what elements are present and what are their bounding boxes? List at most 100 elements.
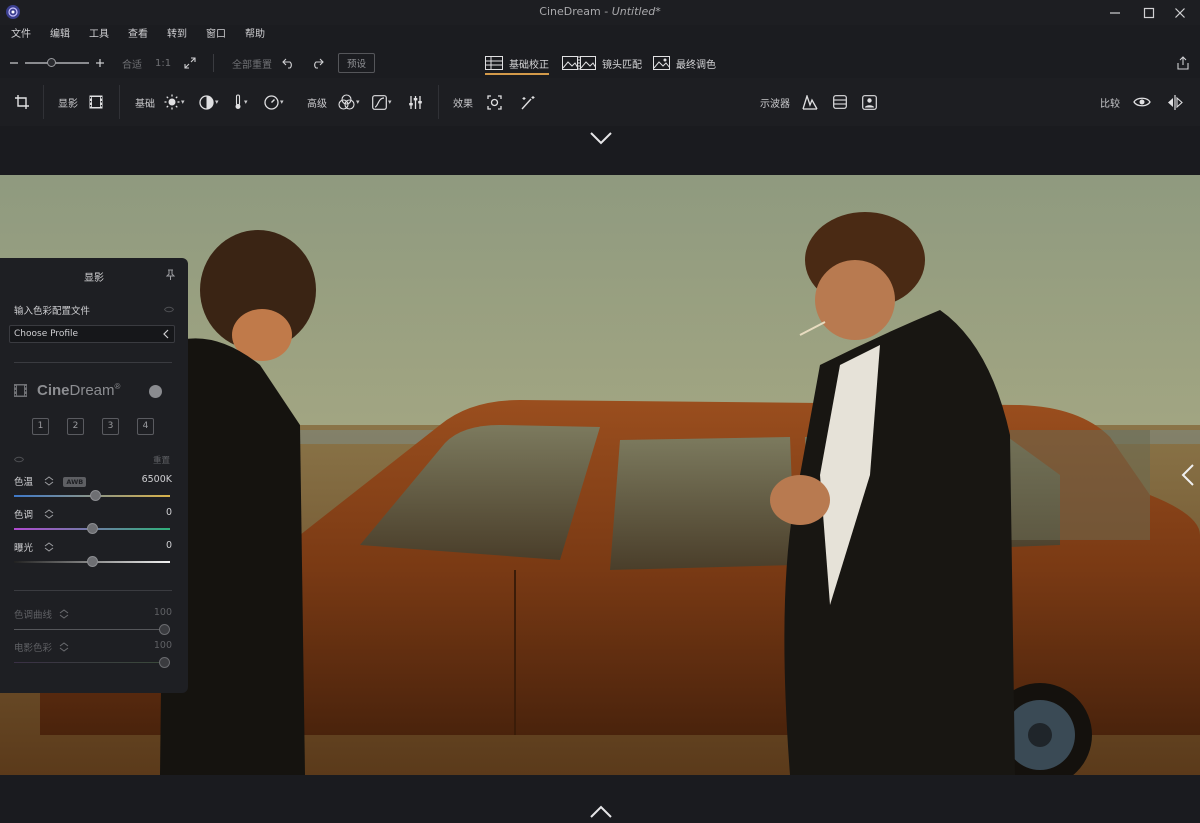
color-wheels-tool[interactable]: ▾ bbox=[338, 78, 360, 126]
tone-curve-slider[interactable] bbox=[14, 629, 170, 630]
reset-button[interactable]: 重置 bbox=[153, 454, 170, 466]
ribbon-divider bbox=[43, 85, 44, 119]
eye-icon[interactable] bbox=[14, 456, 24, 463]
updown-arrows-icon[interactable] bbox=[44, 509, 54, 519]
bottom-toggle-area bbox=[0, 775, 1200, 823]
share-icon[interactable] bbox=[1177, 56, 1189, 70]
menu-file[interactable]: 文件 bbox=[11, 25, 31, 45]
preset-slot-2[interactable]: 2 bbox=[67, 418, 84, 435]
chevron-down-icon: ▾ bbox=[356, 98, 360, 106]
tint-slider-row: 色调 0 bbox=[14, 507, 172, 537]
exposure-slider-row: 曝光 0 bbox=[14, 540, 172, 570]
close-button[interactable] bbox=[1160, 0, 1200, 25]
ribbon-divider bbox=[438, 85, 439, 119]
crop-icon[interactable] bbox=[15, 95, 29, 109]
split-compare-icon[interactable] bbox=[1167, 94, 1183, 110]
tint-slider-handle[interactable] bbox=[86, 523, 98, 534]
zoom-slider-handle[interactable] bbox=[47, 58, 57, 67]
cinedream-brand: CineDream® bbox=[37, 382, 121, 399]
gauge-icon bbox=[264, 94, 279, 110]
curve-icon bbox=[372, 94, 387, 110]
updown-arrows-icon[interactable] bbox=[59, 609, 69, 619]
zoom-out-icon[interactable] bbox=[9, 58, 19, 68]
exposure-value: 0 bbox=[165, 540, 172, 551]
updown-arrows-icon[interactable] bbox=[44, 542, 54, 552]
maximize-icon bbox=[1143, 7, 1155, 18]
tab-shot-match-label: 镜头匹配 bbox=[602, 59, 642, 71]
eye-icon[interactable] bbox=[1133, 96, 1151, 108]
film-strip-icon bbox=[14, 384, 27, 397]
preset-slot-4[interactable]: 4 bbox=[137, 418, 154, 435]
awb-button[interactable]: AWB bbox=[63, 477, 87, 487]
menu-tools[interactable]: 工具 bbox=[89, 25, 109, 45]
menu-window[interactable]: 窗口 bbox=[206, 25, 226, 45]
filmstrip-toggle-area bbox=[0, 126, 1200, 175]
profile-select[interactable]: Choose Profile bbox=[9, 325, 175, 343]
menu-help[interactable]: 帮助 bbox=[245, 25, 265, 45]
one-to-one-button[interactable]: 1:1 bbox=[155, 58, 171, 69]
tab-basic-correction-label: 基础校正 bbox=[509, 59, 549, 71]
basic-label: 基础 bbox=[135, 98, 155, 110]
temperature-value: 6500K bbox=[141, 474, 172, 485]
gauge-tool[interactable]: ▾ bbox=[264, 78, 284, 126]
develop-label: 显影 bbox=[58, 98, 78, 110]
updown-arrows-icon[interactable] bbox=[59, 642, 69, 652]
brightness-tool[interactable]: ▾ bbox=[164, 78, 185, 126]
input-profile-label: 输入色彩配置文件 bbox=[14, 306, 91, 317]
zoom-slider[interactable] bbox=[25, 58, 89, 67]
tool-ribbon: 显影 基础 ▾ ▾ ▾ ▾ 高级 ▾ ▾ 效果 示波器 比较 bbox=[0, 78, 1200, 126]
vignette-icon[interactable] bbox=[487, 94, 502, 110]
preset-slot-1[interactable]: 1 bbox=[32, 418, 49, 435]
chevron-down-icon[interactable] bbox=[589, 131, 613, 145]
menu-view[interactable]: 查看 bbox=[128, 25, 148, 45]
chevron-left-icon[interactable] bbox=[1181, 463, 1195, 487]
pin-icon[interactable] bbox=[166, 269, 175, 280]
preset-slot-3[interactable]: 3 bbox=[102, 418, 119, 435]
undo-icon[interactable] bbox=[282, 57, 295, 69]
redo-icon[interactable] bbox=[311, 57, 324, 69]
cinedream-toggle[interactable] bbox=[149, 385, 162, 398]
film-color-label: 电影色彩 bbox=[14, 643, 53, 654]
panel-title: 显影 bbox=[84, 273, 104, 284]
chevron-down-icon: ▾ bbox=[244, 98, 248, 106]
chevron-down-icon: ▾ bbox=[215, 98, 219, 106]
tab-final-grade[interactable]: 最终调色 bbox=[653, 48, 716, 78]
fullscreen-icon[interactable] bbox=[184, 57, 196, 69]
temperature-tool[interactable]: ▾ bbox=[233, 78, 248, 126]
magic-wand-icon[interactable] bbox=[520, 95, 536, 110]
toolbar-divider bbox=[213, 54, 214, 72]
exposure-slider-handle[interactable] bbox=[86, 556, 98, 567]
menu-bar: 文件 编辑 工具 查看 转到 窗口 帮助 bbox=[0, 25, 284, 45]
tab-basic-correction[interactable]: 基础校正 bbox=[485, 48, 549, 78]
exposure-label: 曝光 bbox=[14, 543, 34, 554]
final-grade-icon bbox=[653, 56, 670, 70]
waveform-icon[interactable] bbox=[802, 94, 818, 110]
tab-shot-match[interactable]: 镜头匹配 bbox=[562, 48, 642, 78]
tone-curve-slider-row: 色调曲线 100 bbox=[14, 607, 172, 637]
chevron-up-icon[interactable] bbox=[589, 805, 613, 819]
menu-edit[interactable]: 编辑 bbox=[50, 25, 70, 45]
tone-curve-slider-handle[interactable] bbox=[159, 624, 170, 635]
panel-divider bbox=[14, 590, 172, 591]
profile-select-value: Choose Profile bbox=[14, 329, 79, 339]
sliders-icon[interactable] bbox=[408, 95, 423, 110]
film-strip-icon[interactable] bbox=[89, 95, 103, 109]
curves-tool[interactable]: ▾ bbox=[372, 78, 392, 126]
thermometer-icon bbox=[235, 94, 241, 109]
zoom-in-icon[interactable] bbox=[95, 58, 105, 68]
effects-label: 效果 bbox=[453, 98, 473, 110]
tint-label: 色调 bbox=[14, 510, 34, 521]
film-color-slider-handle[interactable] bbox=[159, 657, 170, 668]
skin-tone-icon[interactable] bbox=[862, 94, 877, 110]
menu-goto[interactable]: 转到 bbox=[167, 25, 187, 45]
updown-arrows-icon[interactable] bbox=[44, 476, 54, 486]
film-color-slider[interactable] bbox=[14, 662, 170, 663]
fit-button[interactable]: 合适 bbox=[122, 56, 142, 71]
preset-button[interactable]: 预设 bbox=[338, 53, 376, 73]
color-circles-icon bbox=[338, 94, 355, 110]
parade-icon[interactable] bbox=[833, 95, 847, 109]
reset-all-button[interactable]: 全部重置 bbox=[232, 56, 272, 71]
temperature-slider-handle[interactable] bbox=[89, 490, 101, 501]
eye-icon[interactable] bbox=[164, 306, 174, 313]
contrast-tool[interactable]: ▾ bbox=[199, 78, 219, 126]
